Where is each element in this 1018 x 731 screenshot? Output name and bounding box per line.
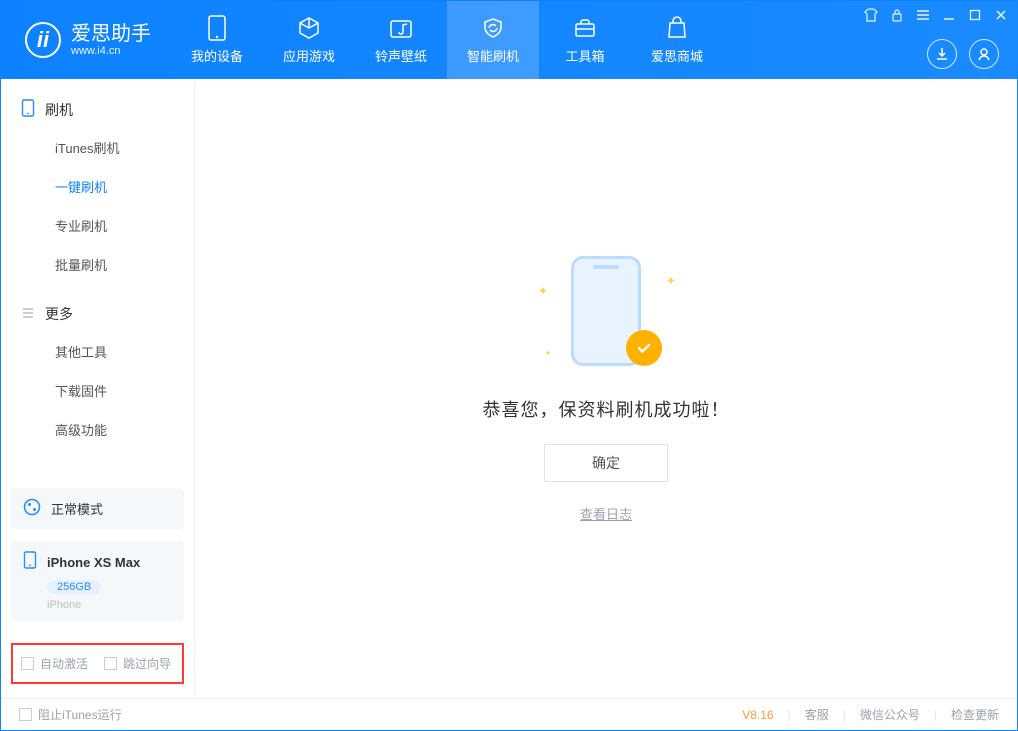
version-label: V8.16 (742, 708, 773, 722)
music-folder-icon (388, 15, 414, 41)
header: ii 爱思助手 www.i4.cn 我的设备 应用游戏 (1, 1, 1017, 79)
check-badge-icon (626, 330, 662, 366)
sparkle-icon: ✦ (538, 284, 548, 298)
refresh-shield-icon (480, 15, 506, 41)
phone-icon (21, 99, 35, 120)
device-capacity-badge: 256GB (47, 580, 101, 594)
options-row: 自动激活 跳过向导 (11, 643, 184, 684)
sidebar-item-itunes-flash[interactable]: iTunes刷机 (1, 128, 194, 167)
sidebar-item-batch-flash[interactable]: 批量刷机 (1, 245, 194, 284)
checkbox-icon (104, 657, 117, 670)
checkbox-auto-activate[interactable]: 自动激活 (21, 655, 88, 672)
tab-ringtones-wallpapers[interactable]: 铃声壁纸 (355, 1, 447, 79)
list-icon (21, 306, 35, 323)
device-card[interactable]: iPhone XS Max 256GB iPhone (11, 541, 184, 621)
app-window: ii 爱思助手 www.i4.cn 我的设备 应用游戏 (0, 0, 1018, 731)
sparkle-icon: • (546, 346, 550, 360)
check-update-link[interactable]: 检查更新 (951, 706, 999, 723)
tab-store[interactable]: 爱思商城 (631, 1, 723, 79)
lock-icon[interactable] (889, 7, 905, 23)
menu-icon[interactable] (915, 7, 931, 23)
download-button[interactable] (927, 39, 957, 69)
sidebar-more-section: 更多 其他工具 下载固件 高级功能 (1, 284, 194, 449)
app-subtitle: www.i4.cn (71, 45, 151, 57)
main-content: ✦ ✦ • 恭喜您，保资料刷机成功啦！ 确定 查看日志 (195, 79, 1017, 698)
sidebar-more-header: 更多 (1, 298, 194, 332)
success-message: 恭喜您，保资料刷机成功啦！ (483, 396, 730, 422)
checkbox-icon (21, 657, 34, 670)
tab-toolbox[interactable]: 工具箱 (539, 1, 631, 79)
sidebar: 刷机 iTunes刷机 一键刷机 专业刷机 批量刷机 更多 其他工具 下载固件 … (1, 79, 195, 698)
sidebar-item-other-tools[interactable]: 其他工具 (1, 332, 194, 371)
tab-apps-games[interactable]: 应用游戏 (263, 1, 355, 79)
sidebar-item-download-firmware[interactable]: 下载固件 (1, 371, 194, 410)
device-name: iPhone XS Max (47, 555, 140, 570)
sidebar-flash-header: 刷机 (1, 93, 194, 128)
bag-icon (664, 15, 690, 41)
account-button[interactable] (969, 39, 999, 69)
main-tabs: 我的设备 应用游戏 铃声壁纸 智能刷机 (171, 1, 723, 79)
body: 刷机 iTunes刷机 一键刷机 专业刷机 批量刷机 更多 其他工具 下载固件 … (1, 79, 1017, 698)
checkbox-skip-guide[interactable]: 跳过向导 (104, 655, 171, 672)
sidebar-item-pro-flash[interactable]: 专业刷机 (1, 206, 194, 245)
checkbox-icon (19, 708, 32, 721)
view-log-link[interactable]: 查看日志 (580, 504, 632, 523)
cube-icon (296, 15, 322, 41)
toolbox-icon (572, 15, 598, 41)
close-button[interactable] (993, 7, 1009, 23)
logo-icon: ii (25, 22, 61, 58)
device-icon (23, 551, 37, 574)
statusbar: 阻止iTunes运行 V8.16 | 客服 | 微信公众号 | 检查更新 (1, 698, 1017, 730)
app-title: 爱思助手 (71, 23, 151, 45)
mode-card[interactable]: 正常模式 (11, 488, 184, 529)
tab-smart-flash[interactable]: 智能刷机 (447, 1, 539, 79)
sidebar-item-advanced[interactable]: 高级功能 (1, 410, 194, 449)
device-icon (204, 15, 230, 41)
sparkle-icon: ✦ (666, 274, 676, 288)
header-actions (927, 39, 999, 69)
minimize-button[interactable] (941, 7, 957, 23)
wechat-link[interactable]: 微信公众号 (860, 706, 920, 723)
mode-icon (23, 498, 41, 519)
support-link[interactable]: 客服 (805, 706, 829, 723)
titlebar-controls (863, 7, 1009, 23)
tshirt-icon[interactable] (863, 7, 879, 23)
sidebar-item-onekey-flash[interactable]: 一键刷机 (1, 167, 194, 206)
sidebar-flash-section: 刷机 iTunes刷机 一键刷机 专业刷机 批量刷机 (1, 79, 194, 284)
mode-label: 正常模式 (51, 499, 103, 518)
confirm-button[interactable]: 确定 (544, 444, 668, 482)
checkbox-block-itunes[interactable]: 阻止iTunes运行 (19, 706, 122, 723)
maximize-button[interactable] (967, 7, 983, 23)
device-type: iPhone (47, 599, 172, 611)
success-illustration: ✦ ✦ • (546, 254, 666, 374)
logo[interactable]: ii 爱思助手 www.i4.cn (1, 22, 171, 58)
tab-my-device[interactable]: 我的设备 (171, 1, 263, 79)
